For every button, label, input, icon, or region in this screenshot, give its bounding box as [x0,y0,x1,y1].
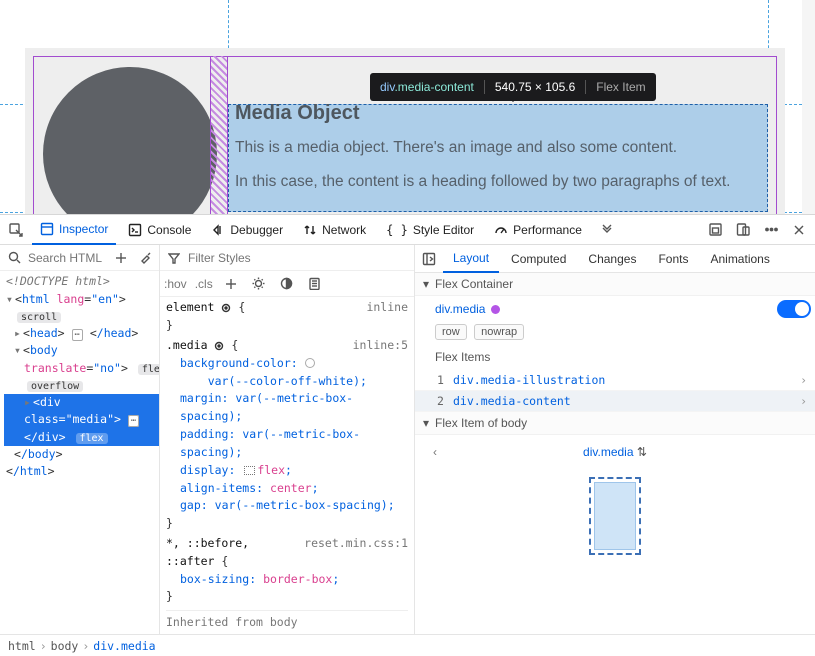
media-paragraph: In this case, the content is a heading f… [235,173,767,191]
media-content: Media Object This is a media object. The… [235,102,767,207]
crumb[interactable]: html [8,639,36,653]
filter-styles-input[interactable] [188,251,410,265]
dom-node-html[interactable]: ▾<html lang="en"> [4,291,159,308]
search-icon [4,248,24,268]
flex-item-of-body-section[interactable]: ▾Flex Item of body [415,412,815,435]
devtools: Inspector Console Debugger Network { } S… [0,214,815,656]
sidebar-tabs: Layout Computed Changes Fonts Animations [415,245,815,273]
crumb[interactable]: div.media [93,639,155,653]
page-preview: Media Object This is a media object. The… [0,0,815,214]
dom-doctype: <!DOCTYPE html> [4,273,159,290]
flex-items-list: 1 div.media-illustration › 2 div.media-c… [415,370,815,412]
dom-node-body[interactable]: ▾<body [4,342,159,359]
tab-debugger[interactable]: Debugger [203,215,291,245]
devtools-toolbar: Inspector Console Debugger Network { } S… [0,215,815,245]
iframe-picker-icon[interactable] [703,218,727,242]
tab-network[interactable]: Network [295,215,374,245]
meatball-menu-icon[interactable] [759,218,783,242]
chevron-right-icon: › [800,394,807,408]
flex-container-section[interactable]: ▾Flex Container [415,273,815,296]
overflow-badge[interactable]: overflow [27,381,83,392]
overlay-toggle[interactable] [777,300,811,318]
rule-media[interactable]: inline:5 .media { background-color: var(… [166,337,408,533]
layout-pane: Layout Computed Changes Fonts Animations… [415,245,815,634]
infotip-dimensions: 540.75 × 105.6 [495,80,575,94]
tab-console[interactable]: Console [120,215,199,245]
tab-performance[interactable]: Performance [486,215,590,245]
scroll-badge[interactable]: scroll [17,312,61,323]
dom-node-head[interactable]: ▸<head> ⋯ </head> [4,325,159,342]
filter-icon [164,248,184,268]
media-heading: Media Object [235,102,767,125]
infotip-flex-label: Flex Item [596,80,645,94]
tab-style-editor[interactable]: { } Style Editor [378,215,482,245]
dom-search-bar [0,245,159,271]
prev-sibling-icon[interactable]: ‹ [433,445,437,459]
dom-node-div-media-close[interactable]: </div> flex [4,429,159,446]
flex-items-label: Flex Items [435,350,811,364]
flex-item-diagram [415,463,815,555]
flex-item-link[interactable]: div.media ⇅ [583,445,647,459]
dom-node-div-media[interactable]: ▸<div [4,394,159,411]
flex-icon[interactable] [244,466,255,475]
pick-element-icon[interactable] [4,218,28,242]
tab-inspector[interactable]: Inspector [32,215,116,245]
inherited-from-label: Inherited from body [166,610,408,632]
media-illustration [43,67,217,214]
rules-filter-bar [160,245,414,271]
light-mode-icon[interactable] [249,274,269,294]
dom-node-html-close[interactable]: </html> [4,463,159,480]
rules-pane: :hov .cls inline element {} inline:5 .me… [160,245,415,634]
tab-changes[interactable]: Changes [578,245,646,273]
flex-item-row[interactable]: 1 div.media-illustration › [415,370,815,391]
highlighter-dot-icon[interactable] [491,305,500,314]
dom-node-body-close[interactable]: </body> [4,446,159,463]
eyedropper-icon[interactable] [135,248,155,268]
add-node-icon[interactable] [111,248,131,268]
rule-element[interactable]: inline element {} [166,299,408,335]
media-paragraph: This is a media object. There's an image… [235,139,767,157]
rule-reset[interactable]: reset.min.css:1 *, ::before, ::after { b… [166,535,408,606]
infotip-selector: div.media-content [380,80,474,94]
dom-node-div-media[interactable]: class="media"> ⋯ [4,411,159,428]
close-devtools-icon[interactable] [787,218,811,242]
element-infotip: div.media-content 540.75 × 105.6 Flex It… [370,73,656,101]
flex-badge[interactable]: flex [138,364,159,375]
breadcrumbs[interactable]: html› body› div.media [0,634,815,656]
more-tabs-icon[interactable] [594,218,618,242]
search-html-input[interactable] [28,251,107,265]
tab-animations[interactable]: Animations [700,245,779,273]
flex-direction-pill: row [435,324,467,340]
responsive-mode-icon[interactable] [731,218,755,242]
flex-item-row[interactable]: 2 div.media-content › [415,391,815,412]
flex-wrap-pill: nowrap [474,324,524,340]
flex-container-link[interactable]: div.media [435,302,485,316]
tab-computed[interactable]: Computed [501,245,576,273]
css-rules[interactable]: inline element {} inline:5 .media { back… [160,297,414,634]
tab-layout[interactable]: Layout [443,245,499,273]
pseudo-hov-button[interactable]: :hov [164,277,187,291]
ellipsis-icon[interactable]: ⋯ [72,329,83,341]
chevron-right-icon: › [800,373,807,387]
print-media-icon[interactable] [305,274,325,294]
color-swatch-icon[interactable] [305,358,315,368]
expand-sidebar-icon[interactable] [417,252,441,266]
add-rule-icon[interactable] [221,274,241,294]
tab-fonts[interactable]: Fonts [648,245,698,273]
dark-mode-icon[interactable] [277,274,297,294]
crumb[interactable]: body [51,639,79,653]
flex-badge[interactable]: flex [76,433,108,444]
ellipsis-icon[interactable]: ⋯ [128,415,139,427]
dom-pane: <!DOCTYPE html> ▾<html lang="en"> scroll… [0,245,160,634]
cls-button[interactable]: .cls [195,277,213,291]
dom-tree[interactable]: <!DOCTYPE html> ▾<html lang="en"> scroll… [0,271,159,634]
